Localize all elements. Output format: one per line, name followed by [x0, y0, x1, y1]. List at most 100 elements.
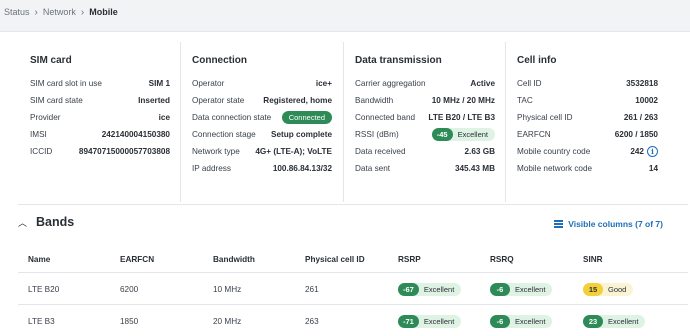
cell-pci: 263 — [305, 316, 319, 326]
quality-value: -45 — [431, 128, 453, 141]
table-divider — [18, 304, 688, 305]
info-icon[interactable]: i — [647, 146, 658, 157]
quality-label: Good — [608, 284, 627, 294]
chevron-up-icon[interactable]: ︿ — [18, 216, 27, 229]
info-row: IP address 100.86.84.13/32 — [192, 160, 332, 177]
info-row: SIM card slot in use SIM 1 — [30, 75, 170, 92]
mcc-value: 242 — [630, 147, 644, 156]
row-label: ICCID — [30, 147, 53, 156]
info-row: EARFCN 6200 / 1850 — [517, 126, 658, 143]
section-title: Connection — [192, 55, 247, 66]
sinr-quality-badge: 15 Good — [583, 282, 634, 296]
quality-label: Excellent — [515, 316, 546, 326]
column-header-bandwidth[interactable]: Bandwidth — [213, 252, 255, 266]
quality-value: -6 — [490, 314, 510, 328]
bands-header[interactable]: ︿ Bands — [18, 215, 74, 229]
quality-label: Excellent — [423, 316, 455, 326]
row-label: SIM card state — [30, 96, 83, 105]
row-label: Data sent — [355, 164, 391, 173]
info-row: Data received 2.63 GB — [355, 143, 495, 160]
bands-title: Bands — [36, 215, 75, 229]
visible-columns-label: Visible columns (7 of 7) — [568, 219, 663, 229]
cell-rsrp: -67 Excellent — [398, 282, 462, 296]
row-value: 100.86.84.13/32 — [272, 164, 332, 173]
column-header-pci[interactable]: Physical cell ID — [305, 252, 365, 266]
info-row: Cell ID 3532818 — [517, 75, 658, 92]
cell-sinr: 23 Excellent — [583, 314, 646, 328]
visible-columns-button[interactable]: Visible columns (7 of 7) — [554, 219, 663, 229]
row-value: SIM 1 — [148, 79, 170, 88]
cell-rsrq: -6 Excellent — [490, 314, 553, 328]
row-label: IP address — [192, 164, 231, 173]
row-label: Network type — [192, 147, 240, 156]
rsrp-quality-badge: -67 Excellent — [398, 282, 462, 296]
section-divider — [180, 42, 181, 202]
row-value: 3532818 — [626, 79, 658, 88]
section-divider — [343, 42, 344, 202]
column-header-earfcn[interactable]: EARFCN — [120, 252, 154, 266]
row-label: RSSI (dBm) — [355, 130, 399, 139]
info-row: IMSI 242140004150380 — [30, 126, 170, 143]
info-row: Connection stage Setup complete — [192, 126, 332, 143]
info-row: Data sent 345.43 MB — [355, 160, 495, 177]
column-header-sinr[interactable]: SINR — [583, 252, 603, 266]
row-value: 242140004150380 — [101, 130, 170, 139]
chevron-right-icon: › — [34, 6, 38, 18]
info-row: Mobile country code 242 i — [517, 143, 658, 160]
quality-value: -67 — [398, 282, 419, 296]
row-value: ice+ — [315, 79, 332, 88]
info-row: Data connection state Connected — [192, 109, 332, 126]
row-value: Connected — [281, 111, 332, 124]
quality-label: Excellent — [515, 284, 546, 294]
row-value: 345.43 MB — [454, 164, 495, 173]
column-header-rsrq[interactable]: RSRQ — [490, 252, 514, 266]
cell-rsrp: -71 Excellent — [398, 314, 462, 328]
row-label: Data connection state — [192, 113, 272, 122]
rsrp-quality-badge: -71 Excellent — [398, 314, 462, 328]
breadcrumb-status[interactable]: Status — [4, 7, 30, 17]
row-value: 242 i — [630, 146, 658, 157]
quality-value: -71 — [398, 314, 419, 328]
cell-sinr: 15 Good — [583, 282, 634, 296]
column-header-name[interactable]: Name — [28, 252, 50, 266]
info-row: Bandwidth 10 MHz / 20 MHz — [355, 92, 495, 109]
info-row: RSSI (dBm) -45 Excellent — [355, 126, 495, 143]
connection-section: Connection Operator ice+ Operator state Re… — [192, 44, 332, 177]
row-label: IMSI — [30, 130, 47, 139]
quality-label: Excellent — [457, 130, 488, 139]
row-value: ice — [158, 113, 170, 122]
row-label: EARFCN — [517, 130, 551, 139]
section-title: SIM card — [30, 55, 72, 66]
chevron-right-icon: › — [80, 6, 85, 18]
info-row: Mobile network code 14 — [517, 160, 658, 177]
row-value: 89470715000057703808 — [78, 147, 170, 156]
quality-value: -6 — [490, 282, 510, 296]
cell-info-section: Cell info Cell ID 3532818 TAC 10002 Physic… — [517, 44, 658, 177]
rsrq-quality-badge: -6 Excellent — [490, 282, 553, 296]
cell-earfcn: 6200 — [120, 284, 139, 294]
info-row: SIM card state Inserted — [30, 92, 170, 109]
row-label: Provider — [30, 113, 61, 122]
section-title: Data transmission — [355, 55, 442, 66]
info-row: Operator state Registered, home — [192, 92, 332, 109]
cell-bandwidth: 20 MHz — [213, 316, 242, 326]
row-label: Mobile network code — [517, 164, 593, 173]
breadcrumb-network[interactable]: Network — [43, 7, 76, 17]
column-header-rsrp[interactable]: RSRP — [398, 252, 421, 266]
mobile-status-panel: SIM card SIM card slot in use SIM 1 SIM c… — [0, 31, 690, 336]
breadcrumb-mobile: Mobile — [89, 7, 118, 17]
row-label: Operator state — [192, 96, 245, 105]
row-value: 2.63 GB — [464, 147, 496, 156]
table-divider — [18, 272, 688, 273]
rssi-quality-badge: -45 Excellent — [431, 128, 495, 141]
row-value: 4G+ (LTE-A); VoLTE — [255, 147, 332, 156]
quality-value: 15 — [583, 282, 603, 296]
row-label: SIM card slot in use — [30, 79, 102, 88]
columns-icon — [554, 220, 564, 228]
row-value: 14 — [648, 164, 658, 173]
row-label: Connected band — [355, 113, 416, 122]
info-row: TAC 10002 — [517, 92, 658, 109]
row-label: Mobile country code — [517, 147, 591, 156]
quality-label: Excellent — [608, 316, 639, 326]
cell-earfcn: 1850 — [120, 316, 139, 326]
